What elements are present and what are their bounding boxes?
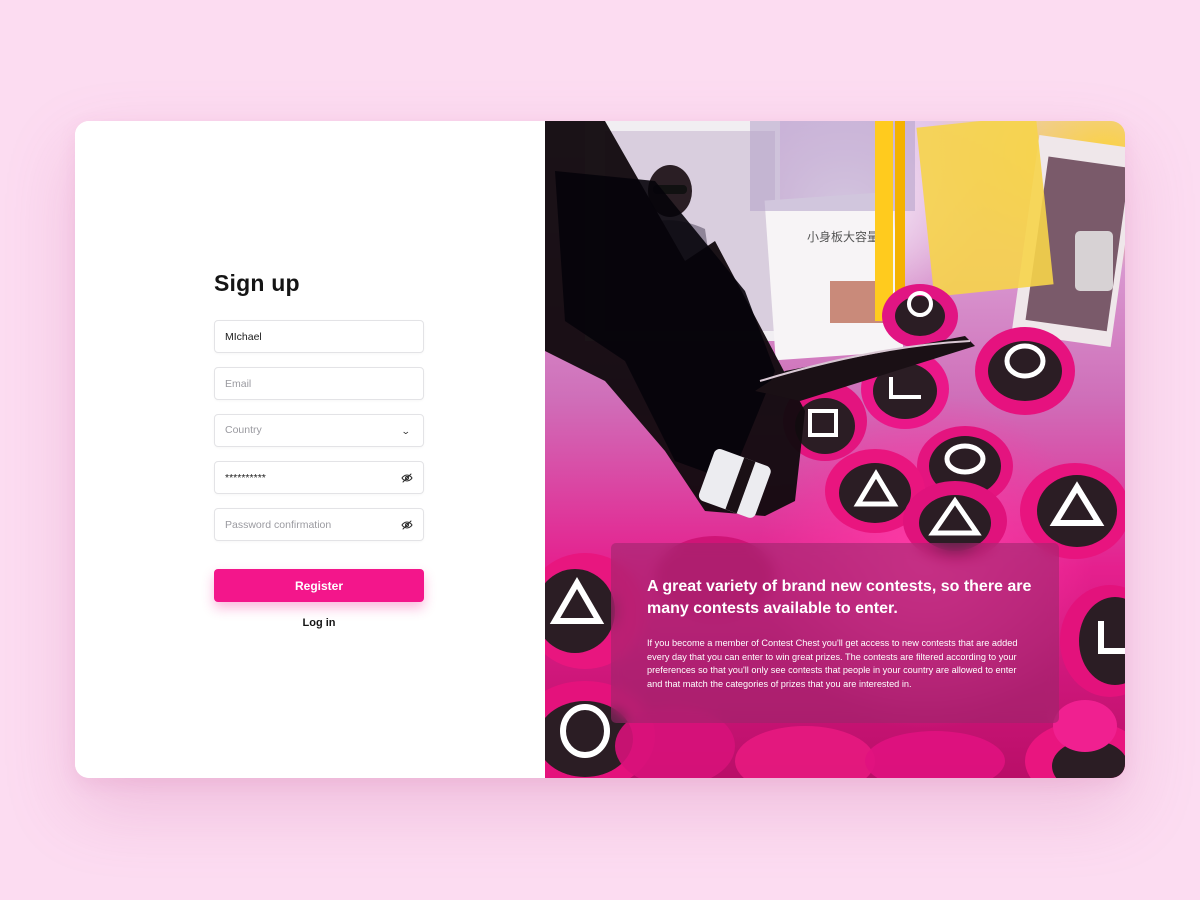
country-select-label: Country [225, 424, 262, 436]
name-input[interactable] [215, 321, 423, 352]
country-select[interactable]: Country ⌄ [214, 414, 424, 447]
signup-panel: Sign up Country ⌄ [75, 121, 545, 778]
eye-slash-icon[interactable] [400, 518, 414, 532]
password-confirm-input[interactable] [215, 509, 423, 540]
promo-body: If you become a member of Contest Chest … [647, 638, 1018, 690]
signup-card: Sign up Country ⌄ [75, 121, 1125, 778]
login-link[interactable]: Log in [214, 617, 424, 629]
promo-overlay: A great variety of brand new contests, s… [611, 543, 1059, 723]
page-title: Sign up [214, 270, 300, 296]
password-input[interactable] [215, 462, 423, 493]
chevron-down-icon[interactable]: ⌄ [401, 426, 411, 437]
name-field[interactable] [214, 320, 424, 353]
promo-panel: 小身板大容量 A great variety of brand new cont… [545, 121, 1125, 778]
signup-form: Sign up Country ⌄ [214, 267, 424, 629]
poster-sign-text: 小身板大容量 [807, 229, 879, 244]
promo-headline: A great variety of brand new contests, s… [647, 578, 1032, 617]
password-field[interactable] [214, 461, 424, 494]
password-confirm-field[interactable] [214, 508, 424, 541]
eye-slash-icon[interactable] [400, 471, 414, 485]
email-input[interactable] [215, 368, 423, 399]
email-field[interactable] [214, 367, 424, 400]
register-button[interactable]: Register [214, 569, 424, 602]
